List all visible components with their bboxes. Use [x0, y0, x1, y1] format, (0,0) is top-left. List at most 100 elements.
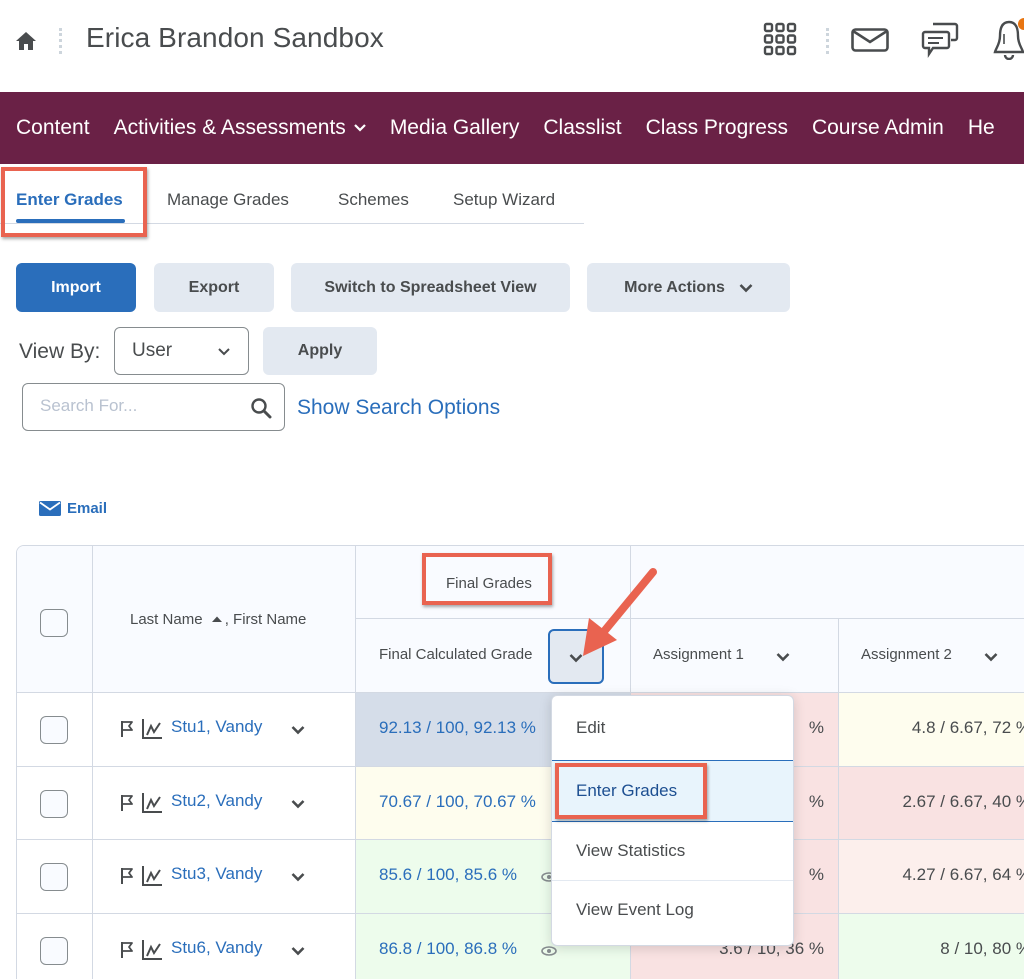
header-divider [59, 28, 62, 54]
nav-item-media-gallery[interactable]: Media Gallery [390, 116, 520, 140]
empty-group-header [631, 546, 1024, 619]
row-checkbox[interactable] [40, 936, 68, 965]
assignment-2-cell[interactable]: 4.8 / 6.67, 72 % [839, 693, 1024, 767]
top-header: Erica Brandon Sandbox [0, 0, 1024, 92]
view-by-select[interactable]: User [114, 327, 249, 375]
final-grade-value[interactable]: 86.8 / 100, 86.8 % [379, 939, 517, 959]
final-grades-label: Final Grades [446, 575, 532, 592]
select-all-header [17, 546, 93, 693]
nav-item-label: Course Admin [811, 116, 944, 139]
student-name-cell: Stu3, Vandy [93, 840, 356, 914]
final-grade-value[interactable]: 85.6 / 100, 85.6 % [379, 865, 517, 885]
final-grade-value[interactable]: 70.67 / 100, 70.67 % [379, 792, 536, 812]
sort-last-name[interactable]: Last Name , First Name [130, 611, 306, 628]
assignment-1-value: % [808, 865, 824, 884]
eye-icon [541, 945, 557, 956]
assignment-2-value: 4.27 / 6.67, 64 % [902, 865, 1024, 884]
flag-icon[interactable] [120, 867, 134, 885]
assignment-2-cell[interactable]: 2.67 / 6.67, 40 % [839, 766, 1024, 840]
chat-icon[interactable] [921, 22, 959, 58]
assignment-2-cell[interactable]: 8 / 10, 80 % [839, 913, 1024, 979]
nav-item-content[interactable]: Content [16, 116, 90, 140]
chevron-down-icon[interactable] [984, 652, 998, 662]
bell-icon[interactable] [992, 18, 1024, 60]
show-search-options-link[interactable]: Show Search Options [297, 396, 500, 420]
nav-item-course-admin[interactable]: Course Admin [812, 116, 944, 140]
more-actions-button[interactable]: More Actions [587, 263, 790, 312]
mail-icon[interactable] [851, 28, 889, 52]
search-icon[interactable] [250, 397, 272, 419]
final-grade-value[interactable]: 92.13 / 100, 92.13 % [379, 718, 536, 738]
chevron-down-icon[interactable] [291, 725, 305, 735]
import-button[interactable]: Import [16, 263, 136, 312]
assignment-2-value: 8 / 10, 80 % [940, 938, 1024, 958]
chevron-down-icon [218, 348, 230, 356]
student-name-link[interactable]: Stu6, Vandy [171, 938, 262, 958]
menu-item-enter-grades[interactable]: Enter Grades [552, 760, 793, 822]
nav-item-label: Media Gallery [389, 116, 520, 139]
search-box [22, 383, 285, 431]
flag-icon[interactable] [120, 720, 134, 738]
assignment-2-value: 2.67 / 6.67, 40 % [902, 791, 1024, 811]
nav-item-help[interactable]: He [968, 116, 995, 140]
header-divider [826, 28, 829, 54]
chevron-down-icon[interactable] [291, 946, 305, 956]
email-button[interactable]: Email [39, 500, 107, 517]
select-all-checkbox[interactable] [40, 609, 68, 637]
nav-item-label: Classlist [543, 116, 622, 139]
chevron-down-icon[interactable] [291, 872, 305, 882]
assignment-1-value: % [808, 718, 824, 737]
menu-item-view-event-log[interactable]: View Event Log [552, 881, 793, 939]
student-name-link[interactable]: Stu2, Vandy [171, 791, 262, 811]
nav-item-class-progress[interactable]: Class Progress [646, 116, 788, 140]
email-label: Email [67, 500, 108, 517]
nav-item-activities-assessments[interactable]: Activities & Assessments [114, 116, 366, 140]
assignment-2-header: Assignment 2 [839, 619, 1024, 693]
waffle-grid-icon[interactable] [763, 22, 797, 56]
row-select-cell [17, 693, 93, 767]
active-tab-indicator [16, 219, 125, 223]
student-name-link[interactable]: Stu1, Vandy [171, 717, 262, 737]
progress-chart-icon[interactable] [141, 718, 163, 740]
last-name-header-label: Last Name [130, 611, 203, 628]
course-title[interactable]: Erica Brandon Sandbox [86, 22, 384, 54]
row-checkbox[interactable] [40, 789, 68, 818]
row-checkbox[interactable] [40, 716, 68, 744]
student-name-link[interactable]: Stu3, Vandy [171, 864, 262, 884]
search-input[interactable] [40, 396, 240, 416]
switch-spreadsheet-view-button[interactable]: Switch to Spreadsheet View [291, 263, 570, 312]
final-grades-group-header: Final Grades [356, 546, 631, 619]
progress-chart-icon[interactable] [141, 865, 163, 887]
final-grade-options-button[interactable] [548, 629, 604, 684]
mail-icon [39, 501, 61, 516]
student-name-cell: Stu2, Vandy [93, 766, 356, 840]
row-select-cell [17, 766, 93, 840]
tab-setup-wizard[interactable]: Setup Wizard [453, 190, 555, 210]
final-calculated-grade-label: Final Calculated Grade [379, 646, 533, 663]
nav-item-classlist[interactable]: Classlist [543, 116, 621, 140]
row-checkbox[interactable] [40, 863, 68, 891]
nav-item-label: Class Progress [645, 116, 788, 139]
chevron-down-icon[interactable] [776, 652, 790, 662]
student-name-cell: Stu6, Vandy [93, 913, 356, 979]
nav-item-label: Content [16, 116, 90, 139]
progress-chart-icon[interactable] [141, 792, 163, 814]
menu-item-edit[interactable]: Edit [552, 696, 793, 760]
assignment-2-value: 4.8 / 6.67, 72 % [911, 718, 1024, 737]
apply-button[interactable]: Apply [263, 327, 377, 375]
flag-icon[interactable] [120, 941, 134, 959]
tab-manage-grades[interactable]: Manage Grades [167, 190, 289, 210]
progress-chart-icon[interactable] [141, 939, 163, 961]
chevron-down-icon[interactable] [291, 799, 305, 809]
nav-item-label: He [967, 116, 995, 139]
tab-enter-grades[interactable]: Enter Grades [16, 190, 123, 210]
assignment-2-cell[interactable]: 4.27 / 6.67, 64 % [839, 840, 1024, 914]
export-button[interactable]: Export [154, 263, 274, 312]
tab-schemes[interactable]: Schemes [338, 190, 409, 210]
menu-item-view-statistics[interactable]: View Statistics [552, 822, 793, 880]
nav-item-label: Activities & Assessments [113, 116, 346, 139]
home-icon[interactable] [14, 30, 38, 52]
assignment-1-value: % [808, 791, 824, 811]
student-name-cell: Stu1, Vandy [93, 693, 356, 767]
flag-icon[interactable] [120, 794, 134, 812]
